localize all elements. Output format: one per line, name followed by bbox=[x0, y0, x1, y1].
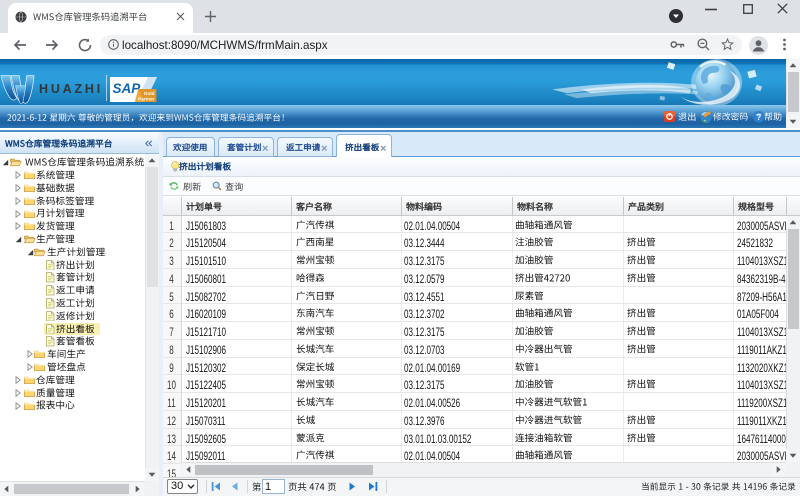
svg-text:?: ? bbox=[756, 113, 761, 122]
svg-text:Gold: Gold bbox=[144, 90, 155, 95]
svg-text:Partner: Partner bbox=[138, 96, 154, 101]
